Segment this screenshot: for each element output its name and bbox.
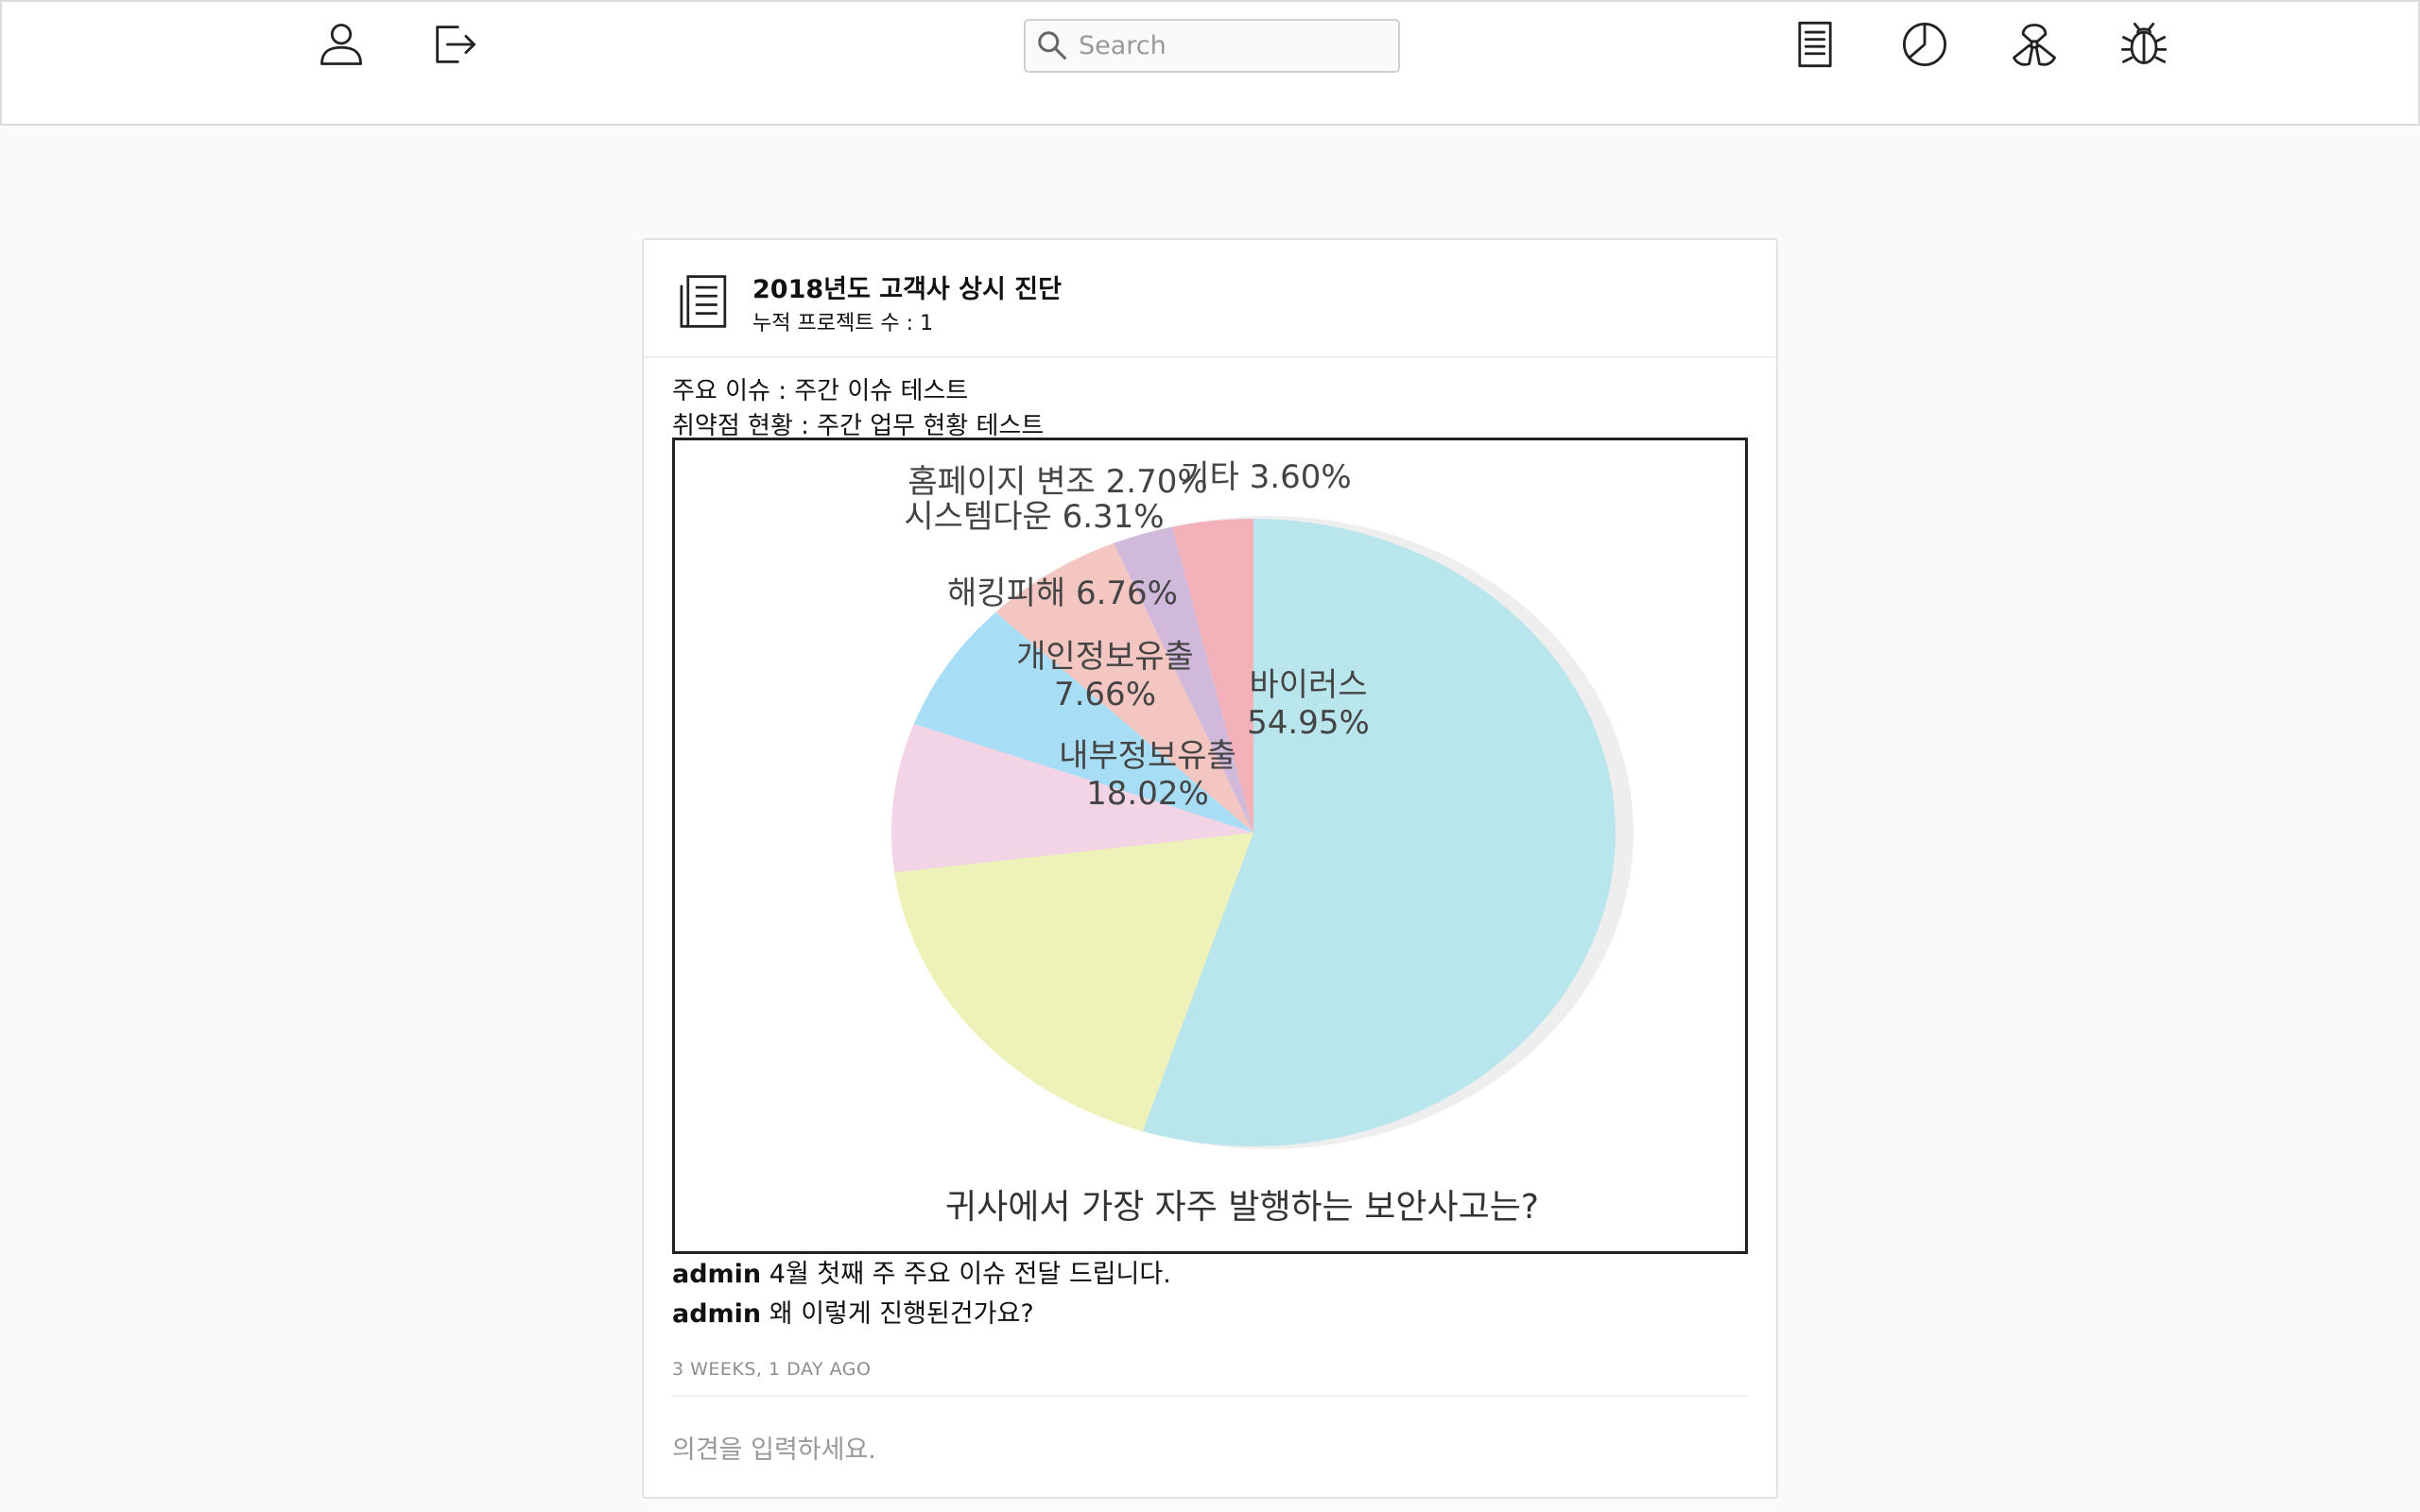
comment-text: 왜 이렇게 진행된건가요? <box>769 1299 1034 1329</box>
user-icon[interactable] <box>310 13 372 76</box>
comment-1: admin 4월 첫째 주 주요 이슈 전달 드립니다. <box>672 1253 1171 1290</box>
vulnerability-status-text: 취약점 현황 : 주간 업무 현황 테스트 <box>672 412 1045 440</box>
pie-chart-image: 바이러스 54.95% 내부정보유출 18.02% 개인정보유출 7.66% 해킹피해 6.… <box>672 438 1748 1254</box>
pie-chart: 바이러스 54.95%내부정보유출 18.02%개인정보유출 7.66%해킹피해 6.… <box>891 458 1634 1227</box>
pie-slice-label: 기타 3.60% <box>1180 458 1351 496</box>
comment-2: admin 왜 이렇게 진행된건가요? <box>672 1293 1034 1330</box>
search-input[interactable] <box>1079 31 1391 60</box>
major-issue-text: 주요 이슈 : 주간 이슈 테스트 <box>672 377 969 405</box>
pie-slice-label: 시스템다운 6.31% <box>904 498 1164 536</box>
document-icon[interactable] <box>1784 13 1846 76</box>
post-title[interactable]: 2018년도 고객사 상시 진단 <box>752 268 1062 305</box>
logout-icon[interactable] <box>424 13 486 76</box>
post-card: 2018년도 고객사 상시 진단 누적 프로젝트 수 : 1 주요 이슈 : 주… <box>642 238 1778 1499</box>
comment-user[interactable]: admin <box>672 1260 761 1289</box>
radiation-icon[interactable] <box>2003 13 2066 76</box>
divider <box>672 1395 1748 1397</box>
comment-text: 4월 첫째 주 주요 이슈 전달 드립니다. <box>769 1260 1171 1289</box>
comment-input[interactable] <box>672 1421 1748 1478</box>
post-header: 2018년도 고객사 상시 진단 누적 프로젝트 수 : 1 <box>644 240 1776 358</box>
pie-slice-label: 바이러스 54.95% <box>1247 666 1370 742</box>
post-subtitle: 누적 프로젝트 수 : 1 <box>752 312 934 335</box>
pie-slices <box>891 519 1616 1146</box>
bug-icon[interactable] <box>2113 13 2175 76</box>
comment-user[interactable]: admin <box>672 1299 761 1329</box>
pie-slice-label: 해킹피해 6.76% <box>947 575 1178 612</box>
chart-title: 귀사에서 가장 자주 발행하는 보안사고는? <box>945 1188 1539 1227</box>
pie-slice-label: 홈페이지 변조 2.70% <box>908 463 1207 501</box>
top-navbar <box>0 0 2420 126</box>
search-box[interactable] <box>1024 19 1400 73</box>
document-icon <box>677 272 732 331</box>
pie-chart-icon[interactable] <box>1893 13 1956 76</box>
post-timestamp[interactable]: 3 WEEKS, 1 DAY AGO <box>672 1359 871 1380</box>
search-icon <box>1035 28 1071 64</box>
